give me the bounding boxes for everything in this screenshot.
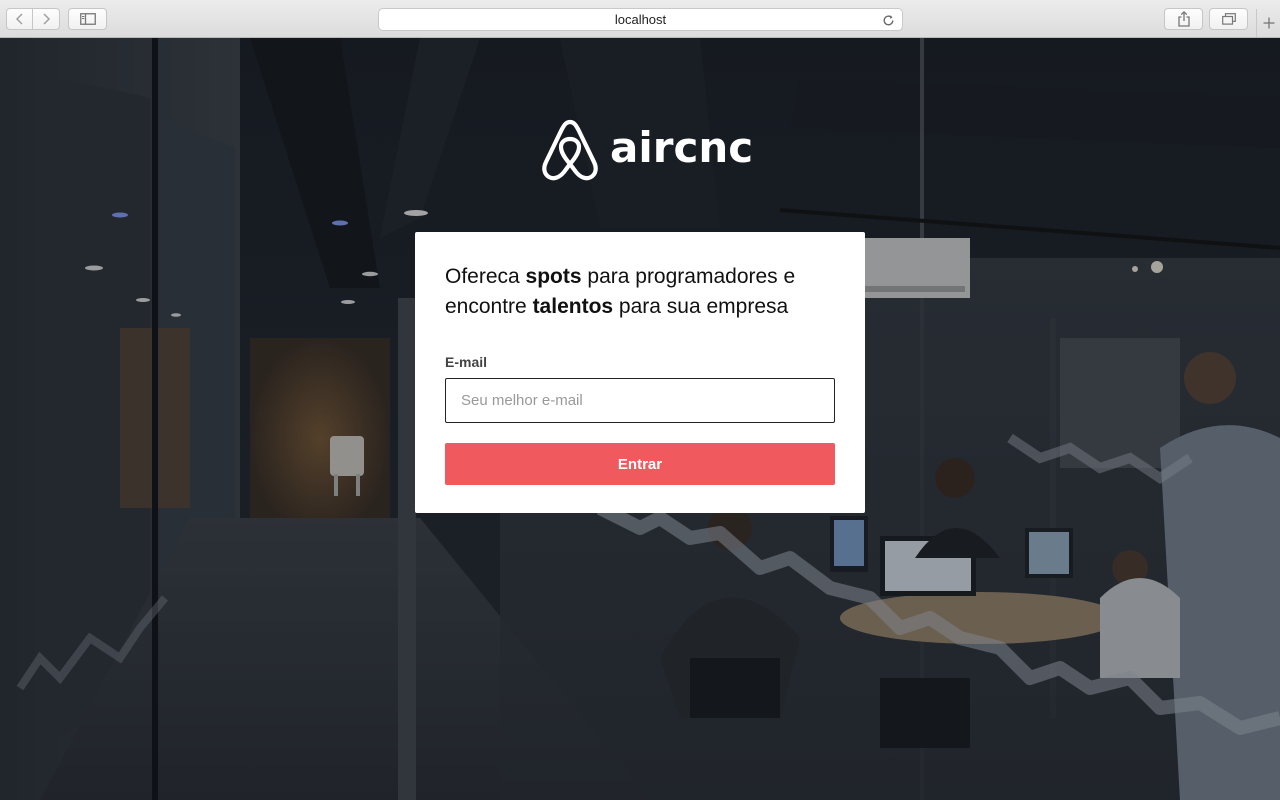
browser-toolbar: localhost	[0, 0, 1280, 38]
chevron-right-icon	[43, 13, 51, 25]
airbnb-belo-icon	[542, 119, 598, 181]
login-card: Ofereca spots para programadores e encon…	[415, 232, 865, 513]
page-content: aircnc Ofereca spots para programadores …	[0, 38, 1280, 800]
sidebar-toggle-button[interactable]	[68, 8, 107, 30]
address-text: localhost	[614, 12, 667, 27]
reload-icon	[883, 14, 893, 25]
tabs-overview-icon	[1221, 13, 1236, 25]
brand-logo[interactable]: aircnc	[540, 118, 753, 182]
sidebar-icon	[79, 13, 96, 25]
navigation-buttons	[6, 8, 60, 30]
headline-text-1: Ofereca	[445, 265, 526, 288]
plus-icon	[1263, 17, 1274, 29]
headline-highlight-spots: spots	[525, 265, 582, 288]
headline-highlight-talentos: talentos	[532, 295, 614, 318]
share-icon	[1177, 11, 1190, 27]
reload-button[interactable]	[880, 12, 896, 28]
brand-name: aircnc	[610, 123, 754, 172]
tab-overview-button[interactable]	[1209, 8, 1248, 30]
forward-button[interactable]	[33, 8, 60, 30]
headline-text-3: para sua empresa	[613, 295, 789, 318]
new-tab-button[interactable]	[1256, 9, 1280, 37]
submit-button[interactable]: Entrar	[445, 443, 835, 485]
email-field[interactable]	[445, 378, 835, 423]
headline: Ofereca spots para programadores e encon…	[445, 262, 835, 322]
chevron-left-icon	[15, 13, 23, 25]
address-bar[interactable]: localhost	[378, 8, 903, 31]
back-button[interactable]	[6, 8, 33, 30]
share-button[interactable]	[1164, 8, 1203, 30]
email-label: E-mail	[445, 354, 488, 370]
